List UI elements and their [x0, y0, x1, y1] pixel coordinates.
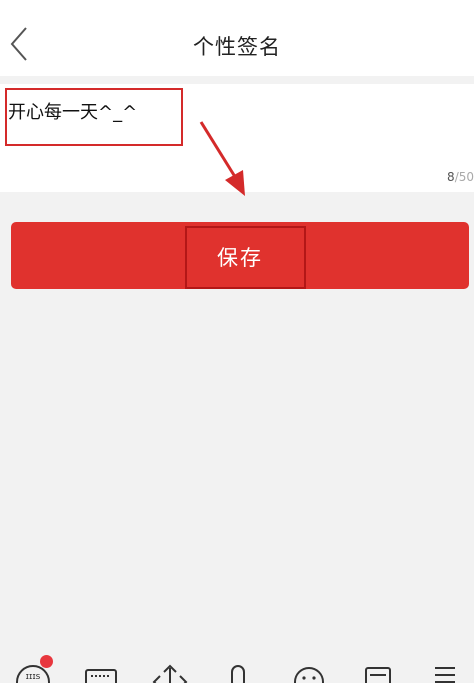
highlight-box-signature — [5, 88, 183, 146]
highlight-box-save — [185, 226, 306, 289]
char-max: /50 — [454, 170, 474, 184]
nav-bar: 个性签名 — [0, 12, 474, 76]
cursor-move-icon[interactable] — [150, 650, 190, 683]
clipboard-icon[interactable] — [358, 650, 398, 683]
menu-icon[interactable] — [425, 650, 465, 683]
keyboard-toolbar: ɪɪɪs — [0, 650, 474, 683]
char-counter: 8/50 — [447, 170, 474, 184]
status-bar — [0, 0, 474, 12]
char-count: 8 — [447, 170, 455, 184]
annotation-arrow — [199, 121, 245, 196]
keyboard-icon[interactable] — [81, 650, 121, 683]
notification-dot — [40, 655, 53, 668]
status-icons-right — [284, 0, 464, 6]
page-title: 个性签名 — [193, 35, 281, 59]
status-icons-left — [60, 0, 130, 6]
smiley-icon[interactable] — [289, 650, 329, 683]
microphone-icon[interactable] — [218, 650, 258, 683]
svg-text:ɪɪɪs: ɪɪɪs — [26, 672, 41, 682]
